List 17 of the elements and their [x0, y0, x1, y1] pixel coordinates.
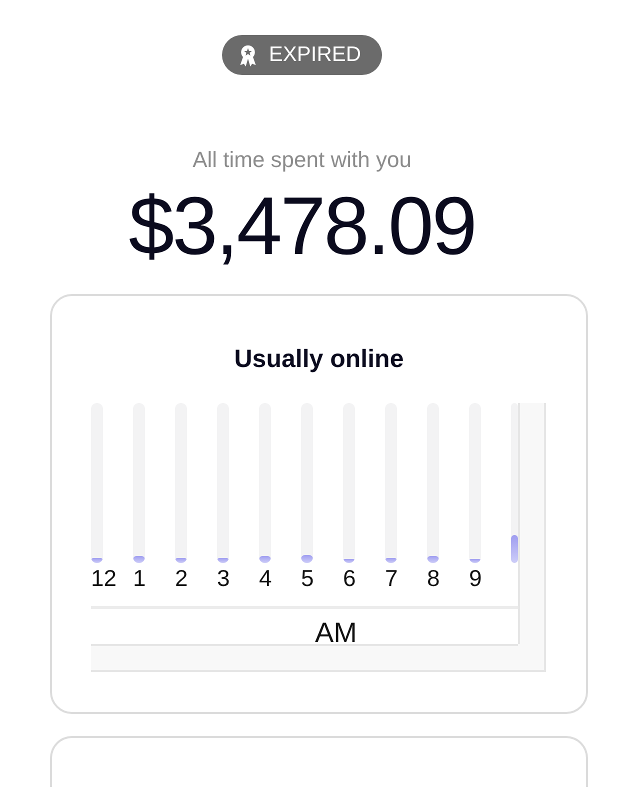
horizontal-scrollbar[interactable] — [91, 644, 518, 672]
hour-label: 12 — [91, 566, 117, 590]
hour-label: 4 — [259, 566, 272, 590]
card-title: Usually online — [233, 344, 405, 374]
hour-label: 2 — [175, 566, 188, 590]
hour-label: 5 — [301, 566, 314, 590]
hour-label: 7 — [385, 566, 398, 590]
status-label: EXPIRED — [268, 43, 362, 67]
hour-label: 6 — [343, 566, 356, 590]
spending-label: All time spent with you — [192, 147, 412, 173]
hour-label: 8 — [427, 566, 440, 590]
spending-amount: $3,478.09 — [128, 185, 476, 269]
vertical-scrollbar[interactable] — [518, 403, 546, 644]
hour-label: 3 — [217, 566, 230, 590]
hour-label: 9 — [469, 566, 482, 590]
hour-label: 1 — [133, 566, 146, 590]
period-label: AM — [315, 621, 357, 644]
